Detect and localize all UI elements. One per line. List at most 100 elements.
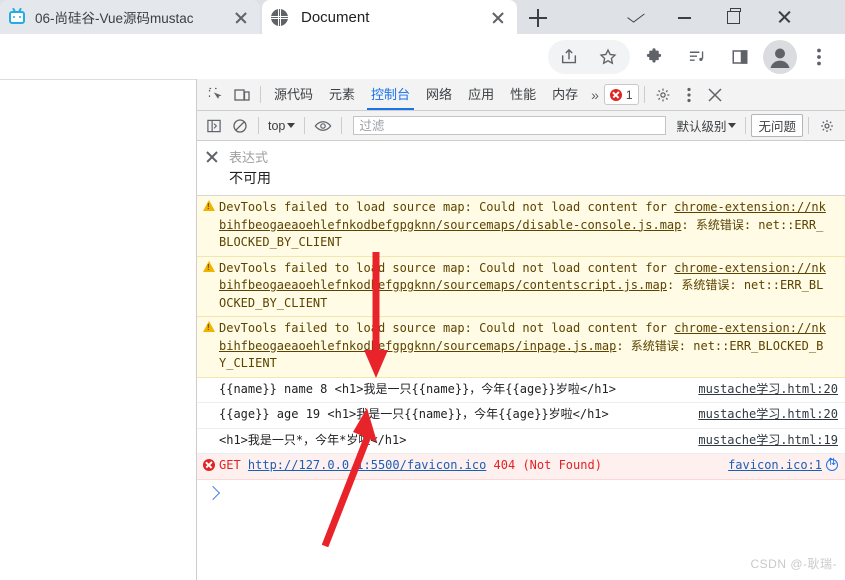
devtools-close-icon[interactable] (702, 82, 728, 108)
extensions-puzzle-icon[interactable] (639, 42, 669, 72)
divider (643, 86, 645, 103)
console-source-link[interactable]: mustache学习.html:20 (698, 407, 838, 421)
inspect-element-icon[interactable] (203, 82, 229, 108)
divider (745, 117, 747, 134)
globe-icon (271, 8, 289, 26)
clear-console-icon[interactable] (227, 113, 253, 139)
console-source-link[interactable]: mustache学习.html:19 (698, 433, 838, 447)
chevron-down-icon (728, 123, 737, 128)
console-toolbar: top 过滤 默认级别 无问题 (197, 111, 845, 141)
maximize-icon[interactable] (711, 0, 755, 34)
expression-label: 表达式 (229, 150, 269, 165)
console-link[interactable]: http://127.0.0.1:5500/favicon.ico (248, 458, 486, 472)
console-sidebar-icon[interactable] (201, 113, 227, 139)
tab-strip: 06-尚硅谷-Vue源码mustac Document (0, 0, 845, 34)
error-circle-icon (609, 88, 622, 101)
divider (808, 117, 809, 134)
media-list-icon[interactable] (682, 42, 712, 72)
console-message-list: DevTools failed to load source map: Coul… (197, 196, 845, 480)
warning-triangle-icon (197, 317, 219, 377)
tab-title: 06-尚硅谷-Vue源码mustac (35, 11, 194, 26)
divider (258, 117, 259, 134)
close-expression-icon[interactable] (205, 150, 219, 164)
share-icon[interactable] (554, 42, 584, 72)
console-message-log: {{age}} age 19 <h1>我是一只{{name}}，今年{{age}… (197, 403, 845, 429)
close-icon[interactable] (230, 6, 252, 28)
console-link[interactable]: chrome-extension://nkbihfbeogaeaoehlefnk… (219, 200, 826, 232)
devtools-tab-memory[interactable]: 内存 (544, 80, 586, 110)
side-panel-icon[interactable] (725, 42, 755, 72)
console-message-text: DevTools failed to load source map: Coul… (219, 260, 826, 310)
prompt-chevron-icon (205, 485, 221, 500)
browser-menu-icon[interactable] (804, 42, 834, 72)
context-selector-label: top (268, 118, 286, 133)
console-message-text: DevTools failed to load source map: Coul… (219, 321, 826, 370)
console-source-link-wrap: favicon.ico:1 (722, 454, 845, 479)
browser-window: 06-尚硅谷-Vue源码mustac Document 源代码 元素 控制台 网… (0, 0, 845, 580)
window-close-icon[interactable] (762, 0, 806, 34)
devtools-settings-gear-icon[interactable] (650, 82, 676, 108)
devtools-tab-performance[interactable]: 性能 (502, 80, 544, 110)
console-source-link-wrap (832, 196, 845, 256)
live-expression-pane: 表达式 不可用 (197, 141, 845, 196)
level-selector-label: 默认级别 (676, 120, 727, 134)
console-source-link-wrap: mustache学习.html:20 (692, 403, 845, 428)
console-settings-gear-icon[interactable] (814, 113, 840, 139)
console-context-selector[interactable]: top (264, 119, 299, 133)
more-tabs-icon[interactable]: » (586, 87, 604, 103)
console-source-link-wrap: mustache学习.html:19 (692, 429, 845, 454)
console-link[interactable]: chrome-extension://nkbihfbeogaeaoehlefnk… (219, 321, 826, 353)
message-indent (197, 378, 219, 403)
devtools-tab-console[interactable]: 控制台 (363, 80, 418, 110)
message-indent (197, 403, 219, 428)
chevron-down-icon (287, 123, 296, 128)
issues-button[interactable]: 无问题 (751, 114, 803, 137)
new-tab-button[interactable] (524, 4, 552, 32)
tab-title: Document (301, 8, 370, 26)
console-source-link-wrap: mustache学习.html:20 (692, 378, 845, 403)
devtools-panel: 源代码 元素 控制台 网络 应用 性能 内存 » 1 top 过滤 默认级别 无… (196, 79, 845, 580)
devtools-tabbar: 源代码 元素 控制台 网络 应用 性能 内存 » 1 (197, 79, 845, 111)
warning-triangle-icon (197, 257, 219, 317)
console-message-error: GET http://127.0.0.1:5500/favicon.ico 40… (197, 454, 845, 480)
minimize-icon[interactable] (662, 0, 706, 34)
devtools-more-options-icon[interactable] (676, 82, 702, 108)
console-message-text: {{age}} age 19 <h1>我是一只{{name}}，今年{{age}… (219, 407, 609, 421)
console-level-selector[interactable]: 默认级别 (672, 116, 740, 135)
console-source-link-wrap (832, 257, 845, 317)
device-toolbar-icon[interactable] (229, 82, 255, 108)
divider (341, 117, 343, 134)
bookmark-star-icon[interactable] (593, 42, 623, 72)
console-message-text: {{name}} name 8 <h1>我是一只{{name}}，今年{{age… (219, 381, 616, 396)
devtools-tab-application[interactable]: 应用 (460, 80, 502, 110)
watermark: CSDN @-耿瑞- (750, 557, 837, 571)
error-count-badge[interactable]: 1 (603, 84, 639, 105)
console-source-link[interactable]: favicon.ico:1 (728, 458, 822, 472)
network-request-icon[interactable] (826, 457, 838, 471)
browser-tab-active[interactable]: Document (262, 0, 517, 34)
close-icon[interactable] (487, 6, 509, 28)
tab-search-chevron-down-icon[interactable] (613, 0, 657, 34)
console-link[interactable]: chrome-extension://nkbihfbeogaeaoehlefnk… (219, 261, 826, 293)
console-message-text: DevTools failed to load source map: Coul… (219, 200, 826, 249)
warning-triangle-icon (197, 196, 219, 256)
profile-avatar-icon[interactable] (763, 40, 797, 74)
console-message-log: {{name}} name 8 <h1>我是一只{{name}}，今年{{age… (197, 377, 845, 403)
message-indent (197, 429, 219, 454)
console-message-warning: DevTools failed to load source map: Coul… (197, 256, 845, 317)
divider (260, 86, 261, 103)
browser-tab-inactive[interactable]: 06-尚硅谷-Vue源码mustac (0, 0, 260, 34)
console-filter-input[interactable]: 过滤 (353, 116, 667, 135)
devtools-tab-network[interactable]: 网络 (418, 80, 460, 110)
divider (304, 117, 306, 134)
live-expression-eye-icon[interactable] (310, 113, 336, 139)
expression-value: 不可用 (229, 170, 271, 186)
console-message-text: GET http://127.0.0.1:5500/favicon.ico 40… (219, 458, 602, 472)
console-prompt[interactable] (197, 480, 845, 500)
console-source-link[interactable]: mustache学习.html:20 (698, 382, 838, 396)
console-message-log: <h1>我是一只*，今年*岁啦</h1> mustache学习.html:19 (197, 428, 845, 454)
devtools-tab-elements[interactable]: 元素 (321, 80, 363, 110)
devtools-tab-sources[interactable]: 源代码 (266, 80, 321, 110)
console-message-text: <h1>我是一只*，今年*岁啦</h1> (219, 432, 407, 447)
browser-toolbar (0, 34, 845, 80)
